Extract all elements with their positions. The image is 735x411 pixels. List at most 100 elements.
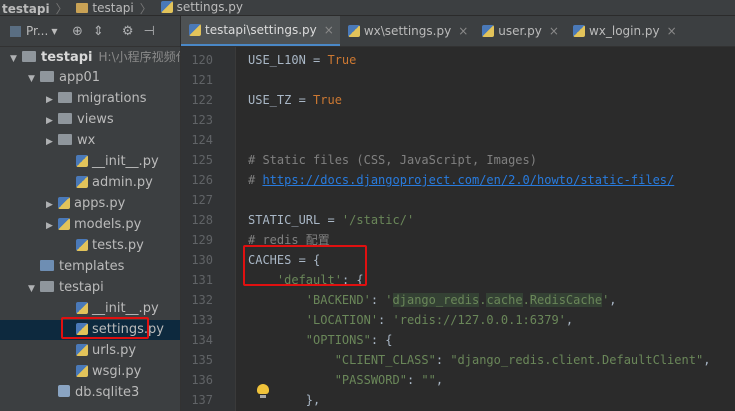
python-file-icon xyxy=(189,24,201,36)
code-line: # Static files (CSS, JavaScript, Images) xyxy=(248,150,537,170)
breadcrumb-folder[interactable]: testapi xyxy=(76,1,134,15)
tree-item-label: models.py xyxy=(74,217,142,232)
code-line: }, xyxy=(248,390,320,410)
code-token: USE_TZ = xyxy=(248,93,314,107)
tree-item[interactable]: ▶ models.py xyxy=(0,215,180,235)
expanded-arrow-icon[interactable]: ▼ xyxy=(10,49,22,67)
tree-item[interactable]: ▼ testapi H:\小程序视频代 xyxy=(0,47,180,67)
collapsed-arrow-icon[interactable]: ▶ xyxy=(46,195,58,214)
line-number: 131 xyxy=(191,273,213,287)
tree-item[interactable]: urls.py xyxy=(0,341,180,361)
code-token: "" xyxy=(421,373,436,387)
tree-item[interactable]: ▶ apps.py xyxy=(0,194,180,214)
tree-item[interactable]: db.sqlite3 xyxy=(0,383,180,403)
tab-label: user.py xyxy=(498,24,542,38)
code-token: "PASSWORD" xyxy=(334,373,407,387)
collapsed-arrow-icon[interactable]: ▶ xyxy=(46,111,58,130)
editor-tab[interactable]: user.py × xyxy=(474,16,565,46)
tree-item[interactable]: ▶ views xyxy=(0,110,180,130)
expanded-arrow-icon[interactable]: ▼ xyxy=(28,69,40,88)
tree-item-label: migrations xyxy=(77,91,147,106)
tree-item[interactable]: ▼ app01 xyxy=(0,68,180,88)
python-file-icon xyxy=(347,25,360,37)
code-token: "CLIENT_CLASS" xyxy=(334,353,436,367)
line-number: 120 xyxy=(191,53,213,67)
line-number: 132 xyxy=(191,293,213,307)
project-view-label: Pr... xyxy=(26,24,49,38)
collapsed-arrow-icon[interactable]: ▶ xyxy=(46,132,58,151)
collapse-all-icon[interactable]: ⇕ xyxy=(93,24,104,39)
breadcrumb-file[interactable]: settings.py xyxy=(160,0,243,14)
close-tab-icon[interactable]: × xyxy=(324,23,334,37)
tree-item-label: __init__.py xyxy=(92,301,159,316)
code-token: : xyxy=(435,353,451,367)
code-line: # https://docs.djangoproject.com/en/2.0/… xyxy=(248,170,674,190)
code-token: USE_L10N = xyxy=(248,53,328,67)
tree-item[interactable]: ▶ wx xyxy=(0,131,180,151)
expanded-arrow-icon[interactable]: ▼ xyxy=(28,279,40,298)
line-number: 125 xyxy=(191,153,213,167)
line-number: 134 xyxy=(191,333,213,347)
tree-item[interactable]: __init__.py xyxy=(0,152,180,172)
breadcrumb-project[interactable]: testapi xyxy=(2,2,50,15)
tree-item[interactable]: ▼ testapi xyxy=(0,278,180,298)
tree-item[interactable]: admin.py xyxy=(0,173,180,193)
project-view-selector[interactable]: Pr... ▼ xyxy=(10,24,62,38)
tree-item-label: db.sqlite3 xyxy=(75,385,140,400)
code-line: STATIC_URL = '/static/' xyxy=(248,210,414,230)
editor-tab-bar: testapi\settings.py × wx\settings.py × user.… xyxy=(181,16,735,47)
editor-tab[interactable]: wx_login.py × xyxy=(565,16,683,46)
settings-gear-icon[interactable]: ⚙ xyxy=(122,24,134,39)
close-tab-icon[interactable]: × xyxy=(667,24,677,38)
code-token: : xyxy=(378,313,393,327)
folder-icon xyxy=(58,113,72,124)
tree-item-label: wsgi.py xyxy=(92,364,142,379)
close-tab-icon[interactable]: × xyxy=(458,24,468,38)
database-file-icon xyxy=(58,385,70,397)
collapsed-arrow-icon[interactable]: ▶ xyxy=(46,216,58,235)
code-token: }, xyxy=(305,393,321,407)
code-token: 'BACKEND' xyxy=(305,293,371,307)
folder-icon xyxy=(58,92,72,103)
code-line: USE_L10N = True xyxy=(248,50,356,70)
project-view-icon xyxy=(10,25,21,37)
close-tab-icon[interactable]: × xyxy=(549,24,559,38)
code-line: "CLIENT_CLASS": "django_redis.client.Def… xyxy=(248,350,711,370)
code-token: True xyxy=(327,53,357,67)
tree-item[interactable]: ▶ migrations xyxy=(0,89,180,109)
code-line: 'BACKEND': 'django_redis.cache.RedisCach… xyxy=(248,290,617,310)
line-number: 126 xyxy=(191,173,213,187)
tree-item-label: templates xyxy=(59,259,125,274)
python-file-icon xyxy=(572,25,585,37)
code-token: "OPTIONS" xyxy=(305,333,371,347)
tree-item-label: urls.py xyxy=(92,343,137,358)
code-editor[interactable]: USE_L10N = True USE_TZ = True # Static fil… xyxy=(236,47,735,411)
line-number: 130 xyxy=(191,253,213,267)
editor-tab[interactable]: testapi\settings.py × xyxy=(181,16,340,46)
hide-panel-icon[interactable]: ⊣ xyxy=(143,24,154,39)
highlight-box-settings-file xyxy=(61,317,149,339)
code-line: "OPTIONS": { xyxy=(248,330,393,350)
tree-item-label: __init__.py xyxy=(92,154,159,169)
sync-target-icon[interactable]: ⊕ xyxy=(72,24,83,39)
python-file-icon xyxy=(58,218,70,230)
code-token: STATIC_URL = xyxy=(248,213,342,227)
line-number: 128 xyxy=(191,213,213,227)
tree-item-label: tests.py xyxy=(92,238,144,253)
tree-item[interactable]: tests.py xyxy=(0,236,180,256)
tree-item-label: testapi xyxy=(41,50,93,65)
tab-label: wx_login.py xyxy=(588,24,660,38)
line-number: 135 xyxy=(191,353,213,367)
python-file-icon xyxy=(76,239,88,251)
tree-item[interactable]: __init__.py xyxy=(0,299,180,319)
code-token: RedisCache xyxy=(529,293,603,307)
tree-item[interactable]: templates xyxy=(0,257,180,277)
editor-tab[interactable]: wx\settings.py × xyxy=(340,16,474,46)
line-number: 127 xyxy=(191,193,213,207)
code-token: cache xyxy=(486,293,523,307)
collapsed-arrow-icon[interactable]: ▶ xyxy=(46,90,58,109)
tree-item[interactable]: wsgi.py xyxy=(0,362,180,382)
